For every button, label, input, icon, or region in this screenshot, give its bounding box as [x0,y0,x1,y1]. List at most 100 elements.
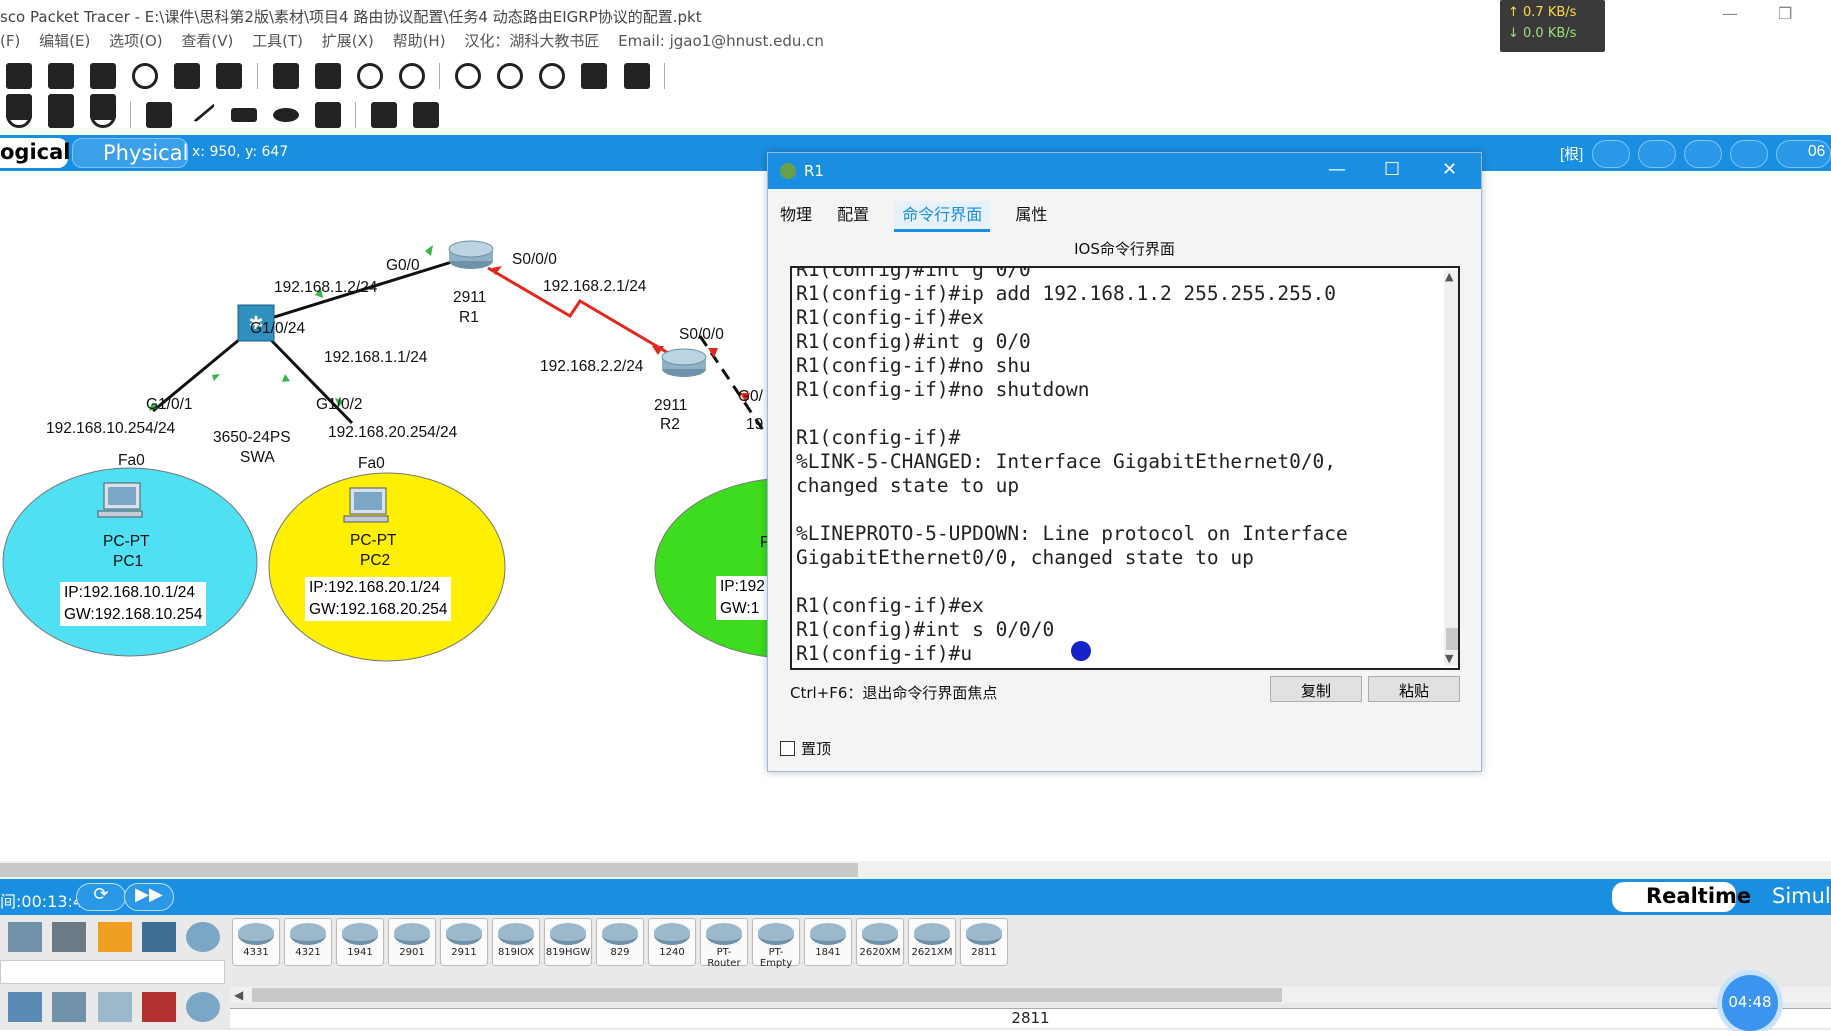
router-r1[interactable] [448,240,494,269]
paste-icon[interactable] [314,63,341,89]
tab-config[interactable]: 配置 [837,201,869,229]
menu-edit[interactable]: 编辑(E) [39,32,90,50]
device-scroll-thumb[interactable] [252,988,1282,1002]
draw-ellipse-icon[interactable] [272,108,299,122]
redo-icon[interactable] [398,63,425,89]
zoom-in-icon[interactable] [455,63,482,89]
device-2901[interactable]: 2901 [388,918,436,966]
cluster-icon[interactable] [1638,140,1676,168]
device-pt-router[interactable]: PT-Router [700,918,748,969]
device-819hgw[interactable]: 819HGW [544,918,592,966]
checkbox-box[interactable] [780,741,795,756]
simple-pdu-icon[interactable] [370,102,397,128]
multiuser-category-icon[interactable] [186,922,220,952]
draw-line-icon[interactable] [187,95,216,123]
dialog-title-bar[interactable]: R1 [768,153,1481,189]
swa-g102-label: G1/0/2 [316,396,363,413]
device-2811[interactable]: 2811 [960,918,1008,966]
print-icon[interactable] [90,63,117,89]
save-icon[interactable] [48,63,75,89]
end-devices-category-icon[interactable] [52,922,86,952]
connections-category-icon[interactable] [98,922,132,952]
resize-shape-icon[interactable] [90,102,117,128]
freeform-icon[interactable] [314,102,341,128]
tab-physical[interactable]: Physical [72,138,188,168]
dialog-minimize-button[interactable]: — [1328,159,1346,180]
device-4331[interactable]: 4331 [232,918,280,966]
router-icon [780,163,796,179]
cli-console[interactable]: R1(config)#int g 0/0 R1(config-if)#ip ad… [790,266,1460,670]
device-pt-empty[interactable]: PT-Empty [752,918,800,969]
network-info-icon[interactable] [216,63,243,89]
paste-button[interactable]: 粘贴 [1368,676,1460,702]
scroll-down-icon[interactable]: ▼ [1445,652,1453,665]
menu-view[interactable]: 查看(V) [181,32,233,50]
switches-subcategory-icon[interactable] [8,992,42,1022]
canvas-scroll-thumb[interactable] [0,863,858,877]
device-2621xm[interactable]: 2621XM [908,918,956,966]
drawing-palette-icon[interactable] [581,63,608,89]
pc2-computer-icon[interactable] [343,487,389,523]
draw-rectangle-icon[interactable] [230,108,257,122]
hubs-subcategory-icon[interactable] [52,992,86,1022]
dialog-close-button[interactable]: ✕ [1442,159,1457,180]
simulation-mode-button[interactable]: Simula [1740,882,1831,912]
move-object-icon[interactable] [1684,140,1722,168]
inspect-icon[interactable] [6,102,32,128]
zoom-out-icon[interactable] [539,63,566,89]
cli-scroll-thumb[interactable] [1446,628,1458,650]
always-on-top-checkbox[interactable]: 置顶 [780,738,831,759]
device-819iox[interactable]: 819IOX [492,918,540,966]
wireless-subcategory-icon[interactable] [98,992,132,1022]
window-restore-button[interactable]: ❐ [1778,4,1792,23]
device-2911[interactable]: 2911 [440,918,488,966]
copy-icon[interactable] [272,63,299,89]
menu-options[interactable]: 选项(O) [109,32,163,50]
security-subcategory-icon[interactable] [142,992,176,1022]
tab-cli[interactable]: 命令行界面 [894,201,991,232]
back-icon[interactable] [1592,140,1630,168]
device-829[interactable]: 829 [596,918,644,966]
wan-emulation-subcategory-icon[interactable] [186,992,220,1022]
device-search-box[interactable] [0,960,225,984]
place-note-icon[interactable] [146,102,173,128]
menu-tools[interactable]: 工具(T) [252,32,303,50]
menu-help[interactable]: 帮助(H) [393,32,446,50]
device-1240[interactable]: 1240 [648,918,696,966]
tab-physical-config[interactable]: 物理 [780,201,812,229]
menu-localization: 汉化：湖科大教书匠 [464,32,600,50]
cli-header: IOS命令行界面 [1074,240,1175,258]
misc-category-icon[interactable] [142,922,176,952]
custom-device-icon[interactable] [623,63,650,89]
complex-pdu-icon[interactable] [413,102,440,128]
root-label[interactable]: [根] [1560,143,1583,164]
power-cycle-icon[interactable]: ⟳ [76,883,126,911]
pc1-computer-icon[interactable] [97,482,143,518]
device-1841[interactable]: 1841 [804,918,852,966]
r2-model-label: 2911 [654,397,688,414]
copy-button[interactable]: 复制 [1270,676,1362,702]
device-2620xm[interactable]: 2620XM [856,918,904,966]
background-image-icon[interactable] [1730,140,1768,168]
scroll-left-icon[interactable]: ◀ [234,988,243,1002]
realtime-mode-button[interactable]: Realtime [1612,882,1751,912]
open-folder-icon[interactable] [6,63,32,89]
fast-forward-icon[interactable]: ▶▶ [124,883,174,911]
dialog-maximize-button[interactable]: ☐ [1384,159,1400,180]
menu-extensions[interactable]: 扩展(X) [322,32,374,50]
menu-file[interactable]: (F) [0,32,20,50]
network-devices-category-icon[interactable] [8,922,42,952]
info-icon[interactable] [132,63,159,89]
delete-icon[interactable] [48,102,75,128]
tab-logical[interactable]: ogical [0,138,70,168]
cli-scrollbar[interactable] [1444,270,1458,666]
window-minimize-button[interactable]: — [1722,4,1738,23]
scroll-up-icon[interactable]: ▲ [1445,270,1453,283]
router-r2[interactable] [661,348,707,377]
device-1941[interactable]: 1941 [336,918,384,966]
device-4321[interactable]: 4321 [284,918,332,966]
zoom-reset-icon[interactable] [497,63,524,89]
undo-icon[interactable] [356,63,383,89]
activity-wizard-icon[interactable] [174,63,201,89]
tab-attributes[interactable]: 属性 [1015,201,1047,229]
